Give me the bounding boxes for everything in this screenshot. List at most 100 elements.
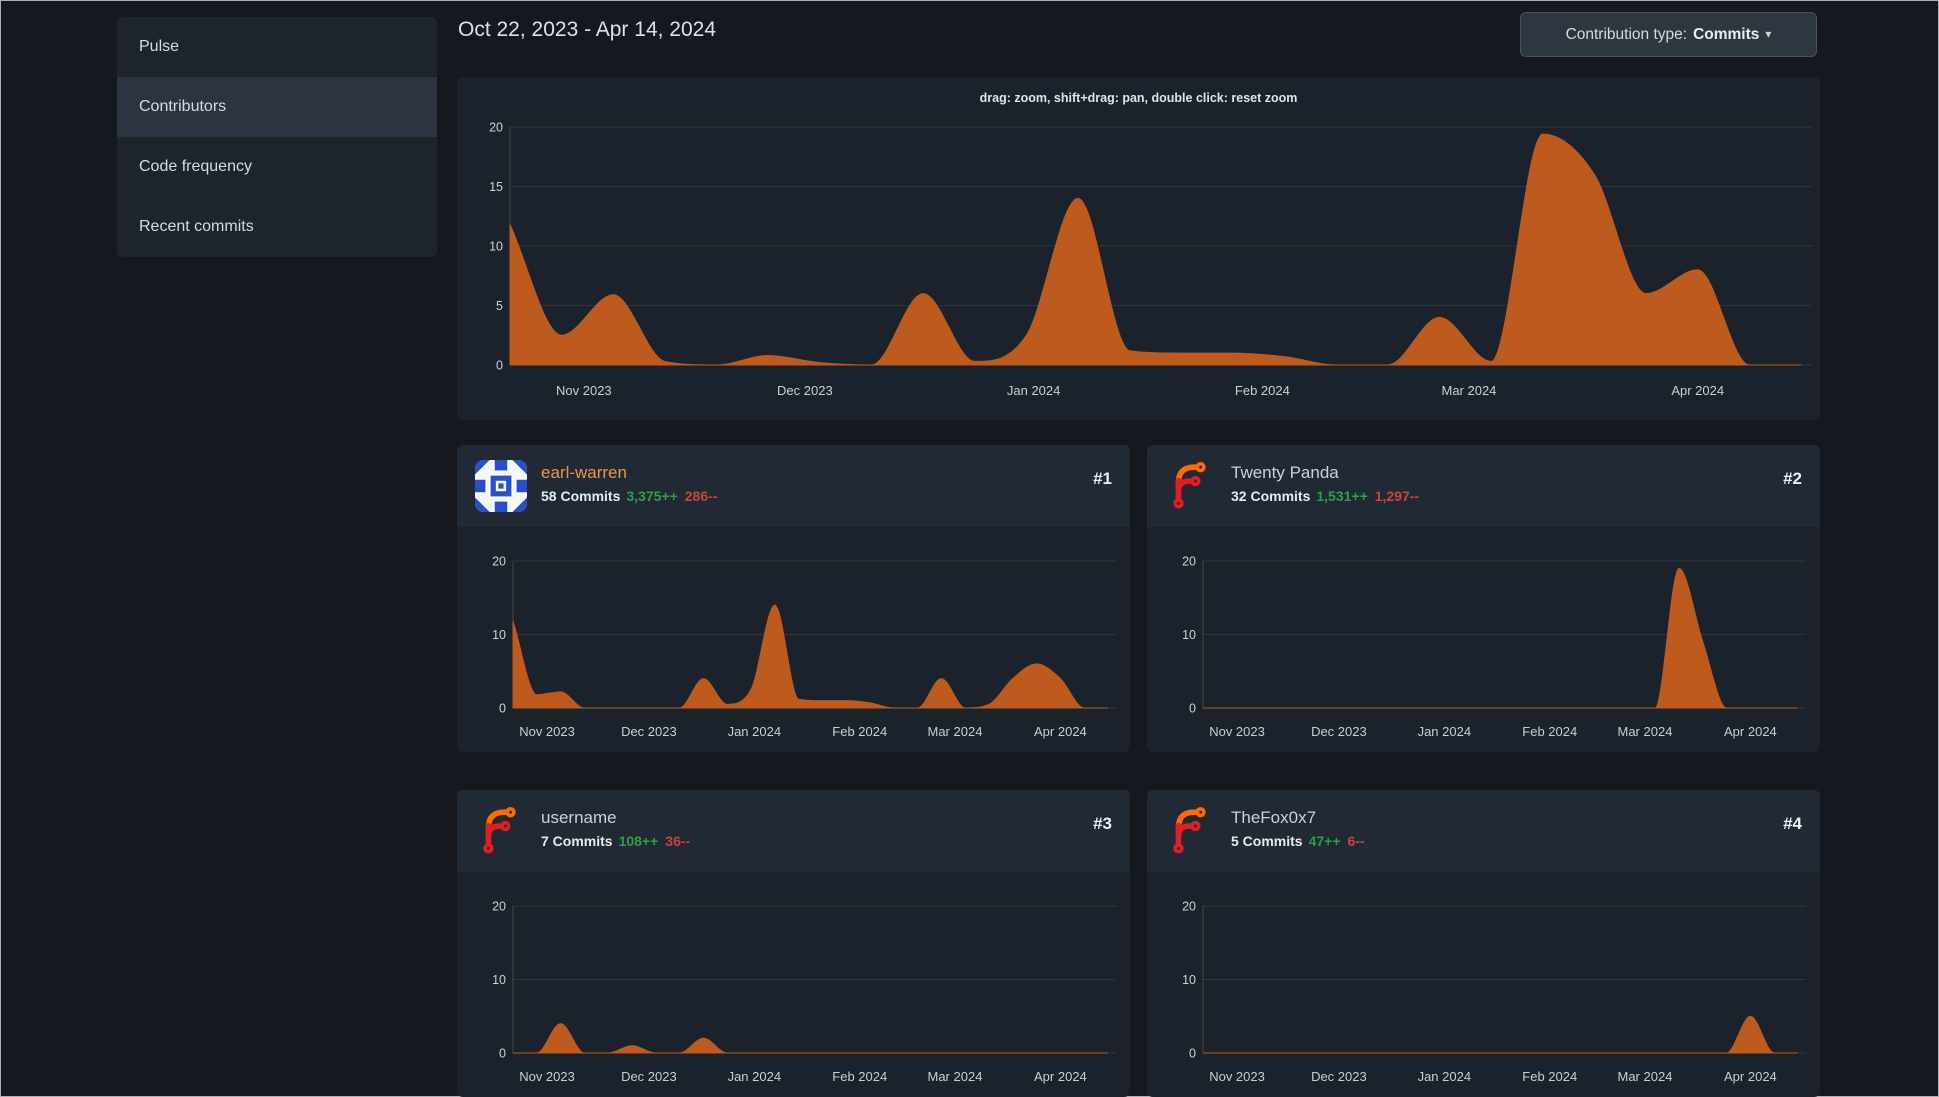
svg-text:Jan 2024: Jan 2024 xyxy=(728,1069,782,1084)
additions-count: 1,531++ xyxy=(1316,488,1368,504)
deletions-count: 6-- xyxy=(1347,833,1365,849)
commit-count: 58 Commits xyxy=(541,488,621,504)
svg-text:Dec 2023: Dec 2023 xyxy=(621,724,677,739)
contributor-stats: 32 Commits 1,531++ 1,297-- xyxy=(1231,488,1419,504)
area-series xyxy=(1202,567,1798,709)
chart-canvas: 0 10 20 Nov 2023 Dec 2023 Jan 2024 Feb 2024 Mar… xyxy=(1182,900,1806,1084)
contributor-card-header: earl-warren 58 Commits 3,375++ 286-- #1 xyxy=(457,445,1130,527)
sidebar-item-recent-commits[interactable]: Recent commits xyxy=(117,197,437,257)
svg-text:Nov 2023: Nov 2023 xyxy=(1209,724,1265,739)
contributor-rank: #3 xyxy=(1093,814,1112,833)
commit-count: 5 Commits xyxy=(1231,833,1303,849)
svg-text:0: 0 xyxy=(1189,702,1196,716)
sidebar-item-contributors[interactable]: Contributors xyxy=(117,77,437,137)
contributor-stats: 5 Commits 47++ 6-- xyxy=(1231,833,1365,849)
svg-text:0: 0 xyxy=(499,702,506,716)
svg-text:10: 10 xyxy=(492,973,506,987)
x-tick-labels: Nov 2023 Dec 2023 Jan 2024 Feb 2024 Mar 2024… xyxy=(556,383,1724,398)
svg-text:Feb 2024: Feb 2024 xyxy=(1235,383,1290,398)
avatar-identicon[interactable] xyxy=(475,460,527,512)
contributor-chart-2[interactable]: 0 10 20 Nov 2023 Dec 2023 Jan 2024 Feb 2024 Mar… xyxy=(1147,527,1820,752)
commit-count: 7 Commits xyxy=(541,833,613,849)
y-tick-labels: 0 10 20 xyxy=(492,555,506,716)
svg-text:5: 5 xyxy=(496,299,503,313)
contributor-card-2: Twenty Panda 32 Commits 1,531++ 1,297-- #2… xyxy=(1147,445,1820,752)
svg-text:Apr 2024: Apr 2024 xyxy=(1034,1069,1087,1084)
svg-text:20: 20 xyxy=(492,900,506,914)
additions-count: 108++ xyxy=(618,833,659,849)
svg-text:Feb 2024: Feb 2024 xyxy=(832,724,887,739)
contributor-chart-4[interactable]: 0 10 20 Nov 2023 Dec 2023 Jan 2024 Feb 2024 Mar… xyxy=(1147,872,1820,1097)
contributor-stats: 58 Commits 3,375++ 286-- xyxy=(541,488,717,504)
area-series xyxy=(1202,1015,1798,1054)
contributor-name[interactable]: Twenty Panda xyxy=(1231,463,1339,483)
forgejo-logo-avatar[interactable] xyxy=(475,805,527,857)
svg-text:Apr 2024: Apr 2024 xyxy=(1724,1069,1777,1084)
svg-text:Mar 2024: Mar 2024 xyxy=(928,1069,983,1084)
svg-text:Mar 2024: Mar 2024 xyxy=(1441,383,1496,398)
svg-text:Feb 2024: Feb 2024 xyxy=(832,1069,887,1084)
contributor-name[interactable]: TheFox0x7 xyxy=(1231,808,1316,828)
deletions-count: 1,297-- xyxy=(1374,488,1420,504)
svg-text:10: 10 xyxy=(492,628,506,642)
y-tick-labels: 0 5 10 15 20 xyxy=(489,121,503,373)
chart-canvas: 0 10 20 Nov 2023 Dec 2023 Jan 2024 Feb 2024 Mar… xyxy=(1182,555,1806,739)
main-contributions-chart[interactable]: 0 5 10 15 20 Nov 2023 Dec 2023 Jan 2024 Feb 2024… xyxy=(457,77,1820,420)
commit-count: 32 Commits xyxy=(1231,488,1311,504)
svg-text:Nov 2023: Nov 2023 xyxy=(519,724,575,739)
contributor-name[interactable]: username xyxy=(541,808,617,828)
svg-text:Mar 2024: Mar 2024 xyxy=(928,724,983,739)
y-gridlines xyxy=(1203,905,1806,1054)
date-range-title: Oct 22, 2023 - Apr 14, 2024 xyxy=(458,18,717,41)
svg-text:Apr 2024: Apr 2024 xyxy=(1724,724,1777,739)
chevron-down-icon: ▾ xyxy=(1765,26,1772,41)
svg-text:Dec 2023: Dec 2023 xyxy=(621,1069,677,1084)
contributor-card-3: username 7 Commits 108++ 36-- #3 0 10 20 Nov … xyxy=(457,790,1130,1097)
svg-text:Jan 2024: Jan 2024 xyxy=(1418,1069,1472,1084)
contributor-card-header: Twenty Panda 32 Commits 1,531++ 1,297-- #2 xyxy=(1147,445,1820,527)
contributor-name[interactable]: earl-warren xyxy=(541,463,627,483)
svg-text:Nov 2023: Nov 2023 xyxy=(556,383,612,398)
svg-text:20: 20 xyxy=(489,121,503,135)
contributor-rank: #4 xyxy=(1783,814,1802,833)
overall-contributions-card: drag: zoom, shift+drag: pan, double clic… xyxy=(457,77,1820,420)
x-tick-labels: Nov 2023 Dec 2023 Jan 2024 Feb 2024 Mar 2024… xyxy=(1209,724,1777,739)
svg-text:Apr 2024: Apr 2024 xyxy=(1671,383,1724,398)
y-tick-labels: 0 10 20 xyxy=(1182,555,1196,716)
contributors-activity-page: Pulse Contributors Code frequency Recent… xyxy=(0,0,1939,1097)
svg-text:10: 10 xyxy=(1182,973,1196,987)
contributor-card-header: TheFox0x7 5 Commits 47++ 6-- #4 xyxy=(1147,790,1820,872)
y-gridlines xyxy=(513,905,1116,1054)
forgejo-logo-avatar[interactable] xyxy=(1165,460,1217,512)
svg-text:Feb 2024: Feb 2024 xyxy=(1522,724,1577,739)
svg-text:10: 10 xyxy=(489,240,503,254)
svg-text:Feb 2024: Feb 2024 xyxy=(1522,1069,1577,1084)
chart-canvas: 0 5 10 15 20 Nov 2023 Dec 2023 Jan 2024 Feb 2024… xyxy=(489,121,1812,398)
svg-text:Mar 2024: Mar 2024 xyxy=(1618,724,1673,739)
x-tick-labels: Nov 2023 Dec 2023 Jan 2024 Feb 2024 Mar 2024… xyxy=(519,724,1087,739)
contribution-type-dropdown[interactable]: Contribution type: Commits ▾ xyxy=(1520,12,1817,57)
svg-text:20: 20 xyxy=(1182,555,1196,569)
svg-text:Jan 2024: Jan 2024 xyxy=(1418,724,1472,739)
svg-text:0: 0 xyxy=(499,1047,506,1061)
svg-text:15: 15 xyxy=(489,180,503,194)
sidebar-item-pulse[interactable]: Pulse xyxy=(117,17,437,77)
svg-text:Nov 2023: Nov 2023 xyxy=(1209,1069,1265,1084)
svg-text:Nov 2023: Nov 2023 xyxy=(519,1069,575,1084)
contributor-chart-3[interactable]: 0 10 20 Nov 2023 Dec 2023 Jan 2024 Feb 2024 Mar… xyxy=(457,872,1130,1097)
contributor-chart-1[interactable]: 0 10 20 Nov 2023 Dec 2023 Jan 2024 Feb 2024 Mar… xyxy=(457,527,1130,752)
forgejo-logo-avatar[interactable] xyxy=(1165,805,1217,857)
contributor-card-header: username 7 Commits 108++ 36-- #3 xyxy=(457,790,1130,872)
contributor-rank: #1 xyxy=(1093,469,1112,488)
contributor-card-1: earl-warren 58 Commits 3,375++ 286-- #1 0 1… xyxy=(457,445,1130,752)
deletions-count: 36-- xyxy=(665,833,691,849)
deletions-count: 286-- xyxy=(684,488,718,504)
svg-text:20: 20 xyxy=(492,555,506,569)
svg-text:0: 0 xyxy=(496,359,503,373)
sidebar-item-code-frequency[interactable]: Code frequency xyxy=(117,137,437,197)
x-tick-labels: Nov 2023 Dec 2023 Jan 2024 Feb 2024 Mar 2024… xyxy=(1209,1069,1777,1084)
svg-text:Mar 2024: Mar 2024 xyxy=(1618,1069,1673,1084)
contributor-rank: #2 xyxy=(1783,469,1802,488)
svg-text:Dec 2023: Dec 2023 xyxy=(777,383,833,398)
additions-count: 47++ xyxy=(1308,833,1341,849)
